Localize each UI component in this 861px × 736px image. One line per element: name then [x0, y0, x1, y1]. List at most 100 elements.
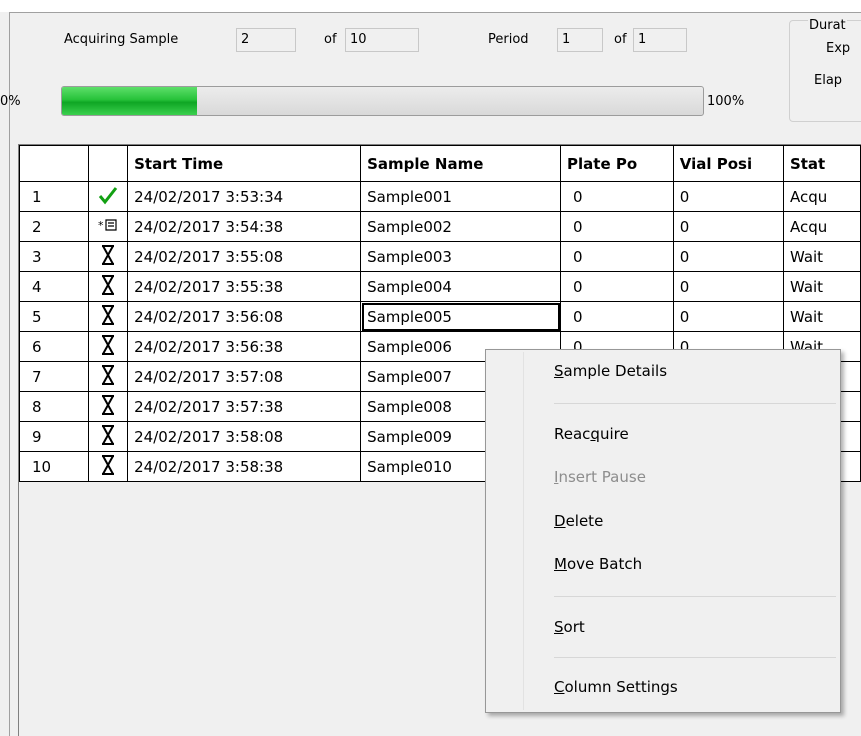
status-cell[interactable]: Acqu [782, 181, 861, 212]
row-number-cell[interactable]: 2 [19, 211, 89, 242]
elapsed-label: Elap [814, 73, 843, 88]
start-time-cell[interactable]: 24/02/2017 3:55:38 [127, 271, 362, 302]
vial-position-cell[interactable]: 0 [672, 271, 784, 302]
row-number-cell[interactable]: 7 [19, 361, 89, 392]
duration-group: Durat Exp Elap [789, 18, 861, 122]
start-time-cell[interactable]: 24/02/2017 3:55:08 [127, 241, 362, 272]
start-time-cell[interactable]: 24/02/2017 3:54:38 [127, 211, 362, 242]
row-number-cell[interactable]: 5 [19, 301, 89, 332]
hourglass-icon [100, 304, 116, 330]
hourglass-icon [100, 454, 116, 480]
sample-name-cell[interactable]: Sample003 [360, 241, 562, 272]
status-cell[interactable]: Acqu [782, 211, 861, 242]
column-header-vial-position[interactable]: Vial Posi [672, 145, 784, 182]
plate-position-cell[interactable]: 0 [560, 271, 674, 302]
start-time-cell[interactable]: 24/02/2017 3:56:38 [127, 331, 362, 362]
row-number-cell[interactable]: 6 [19, 331, 89, 362]
row-number-cell[interactable]: 9 [19, 421, 89, 452]
menu-item-delete[interactable]: Delete [554, 511, 603, 531]
sample-name-cell[interactable]: Sample001 [360, 181, 562, 212]
plate-position-cell[interactable]: 0 [560, 211, 674, 242]
period-of-label: of [614, 32, 627, 47]
sample-name-cell[interactable]: Sample002 [360, 211, 562, 242]
start-time-cell[interactable]: 24/02/2017 3:57:38 [127, 391, 362, 422]
vial-position-cell[interactable]: 0 [672, 241, 784, 272]
row-number-cell[interactable]: 10 [19, 451, 89, 482]
table-header-row: Start Time Sample Name Plate Po Vial Pos… [19, 145, 861, 182]
vial-position-cell[interactable]: 0 [672, 211, 784, 242]
start-time-cell[interactable]: 24/02/2017 3:58:38 [127, 451, 362, 482]
menu-item-reacquire[interactable]: Reacquire [554, 424, 629, 444]
status-cell[interactable]: Wait [782, 301, 861, 332]
table-row[interactable]: 5 24/02/2017 3:56:08 Sample005 0 0 Wait [19, 301, 861, 332]
status-icon-cell [87, 181, 129, 212]
acquiring-sample-label: Acquiring Sample [64, 32, 179, 47]
plate-position-cell[interactable]: 0 [560, 181, 674, 212]
sample-name-cell[interactable]: Sample004 [360, 271, 562, 302]
total-samples-field: 10 [345, 28, 419, 52]
column-header-plate-position[interactable]: Plate Po [560, 145, 674, 182]
progress-min-label: 0% [0, 94, 21, 109]
table-row[interactable]: 4 24/02/2017 3:55:38 Sample004 0 0 Wait [19, 271, 861, 302]
total-periods-field: 1 [633, 28, 687, 52]
acquisition-progress-bar [61, 86, 704, 116]
checkmark-icon [98, 186, 118, 209]
table-row[interactable]: 1 24/02/2017 3:53:34 Sample001 0 0 Acqu [19, 181, 861, 212]
duration-group-title: Durat [808, 18, 847, 34]
window-left-edge [0, 12, 10, 736]
column-header-sample-name[interactable]: Sample Name [360, 145, 562, 182]
menu-item-insert-pause[interactable]: Insert Pause [554, 467, 646, 487]
current-period-field: 1 [557, 28, 603, 52]
start-time-cell[interactable]: 24/02/2017 3:58:08 [127, 421, 362, 452]
column-header-status-icon[interactable] [87, 145, 129, 182]
vial-position-cell[interactable]: 0 [672, 301, 784, 332]
row-number-cell[interactable]: 1 [19, 181, 89, 212]
sample-name-cell[interactable]: Sample005 [360, 301, 562, 332]
row-number-cell[interactable]: 3 [19, 241, 89, 272]
window-top-edge [0, 0, 861, 12]
window-top-border [10, 12, 861, 13]
menu-separator [554, 657, 836, 658]
menu-separator [554, 403, 836, 404]
table-row[interactable]: 2 * 24/02/2017 3:54:38 Sample002 0 0 Acqu [19, 211, 861, 242]
start-time-cell[interactable]: 24/02/2017 3:53:34 [127, 181, 362, 212]
hourglass-icon [100, 424, 116, 450]
start-time-cell[interactable]: 24/02/2017 3:57:08 [127, 361, 362, 392]
menu-item-move-batch[interactable]: Move Batch [554, 554, 642, 574]
menu-item-sort[interactable]: Sort [554, 617, 585, 637]
status-cell[interactable]: Wait [782, 271, 861, 302]
menu-item-sample-details[interactable]: Sample Details [554, 361, 667, 381]
svg-text:*: * [98, 219, 104, 232]
progress-max-label: 100% [707, 94, 745, 109]
status-icon-cell [87, 451, 129, 482]
column-header-status[interactable]: Stat [782, 145, 861, 182]
hourglass-icon [100, 364, 116, 390]
status-icon-cell [87, 241, 129, 272]
table-row[interactable]: 3 24/02/2017 3:55:08 Sample003 0 0 Wait [19, 241, 861, 272]
acquiring-icon: * [97, 219, 119, 238]
expected-label: Exp [826, 41, 851, 56]
status-icon-cell [87, 301, 129, 332]
context-menu: Sample Details Reacquire Insert Pause De… [485, 349, 841, 713]
menu-gutter-line [523, 352, 524, 710]
start-time-cell[interactable]: 24/02/2017 3:56:08 [127, 301, 362, 332]
hourglass-icon [100, 394, 116, 420]
status-icon-cell [87, 331, 129, 362]
plate-position-cell[interactable]: 0 [560, 301, 674, 332]
of-label: of [324, 32, 337, 47]
hourglass-icon [100, 274, 116, 300]
plate-position-cell[interactable]: 0 [560, 241, 674, 272]
column-header-start-time[interactable]: Start Time [127, 145, 362, 182]
status-icon-cell [87, 391, 129, 422]
column-header-row-number[interactable] [19, 145, 89, 182]
vial-position-cell[interactable]: 0 [672, 181, 784, 212]
row-number-cell[interactable]: 8 [19, 391, 89, 422]
progress-fill [62, 87, 197, 115]
menu-item-column-settings[interactable]: Column Settings [554, 677, 678, 697]
row-number-cell[interactable]: 4 [19, 271, 89, 302]
menu-separator [554, 596, 836, 597]
current-sample-field: 2 [236, 28, 296, 52]
hourglass-icon [100, 334, 116, 360]
status-icon-cell: * [87, 211, 129, 242]
status-cell[interactable]: Wait [782, 241, 861, 272]
